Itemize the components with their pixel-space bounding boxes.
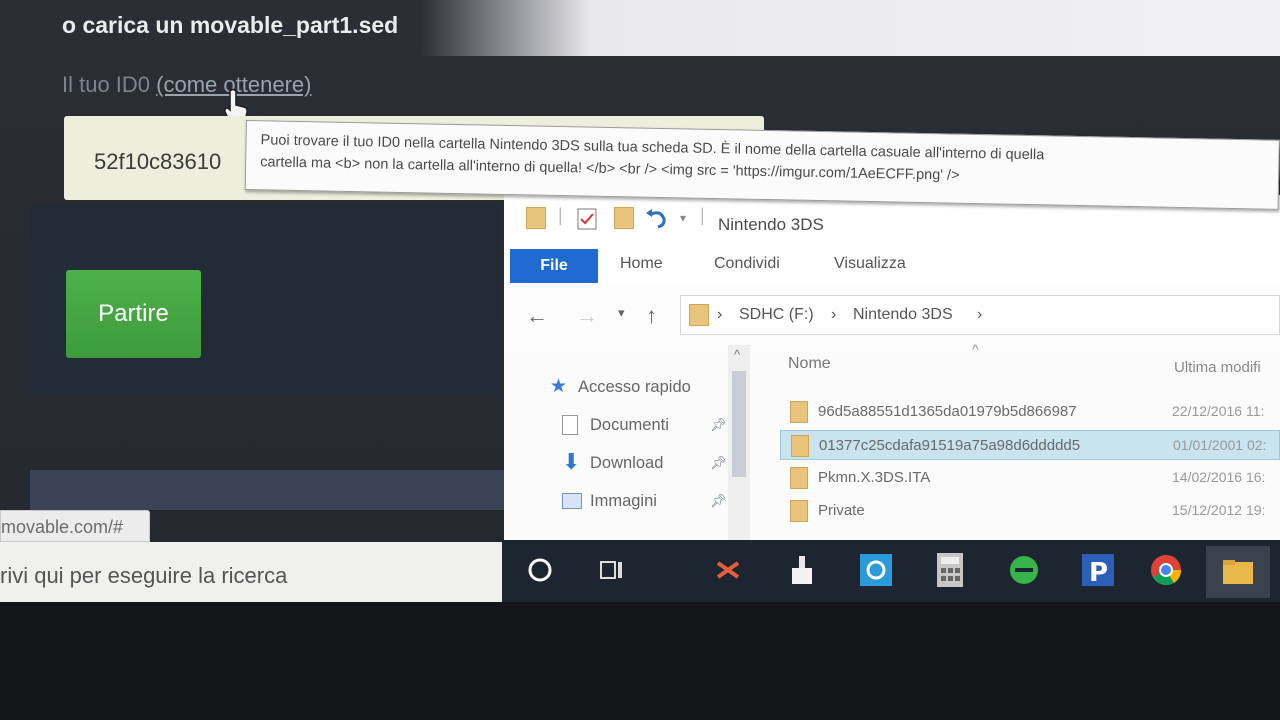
file-explorer-icon[interactable] <box>1206 546 1270 598</box>
file-name: Private <box>818 502 865 519</box>
chevron-right-icon: › <box>717 306 723 323</box>
folder-icon <box>790 401 808 423</box>
pictures-icon <box>562 493 582 509</box>
file-date: 14/02/2016 16: <box>1172 469 1266 485</box>
taskbar-search-box[interactable]: rivi qui per eseguire la ricerca <box>0 542 502 602</box>
forward-arrow-icon[interactable]: → <box>576 303 598 329</box>
folder-icon <box>790 500 808 522</box>
separator: | <box>700 205 705 225</box>
unknown-app-icon[interactable] <box>708 550 748 590</box>
address-bar[interactable]: › SDHC (F:) › Nintendo 3DS › <box>680 295 1280 335</box>
download-icon: ⬇ <box>562 449 581 474</box>
window-title: Nintendo 3DS <box>718 215 824 234</box>
nav-scrollbar[interactable]: ^ <box>728 345 750 540</box>
scroll-thumb[interactable] <box>732 371 746 477</box>
back-arrow-icon[interactable]: ← <box>526 303 548 329</box>
folder-icon <box>790 467 808 489</box>
chevron-right-icon: › <box>977 306 983 323</box>
file-date: 15/12/2012 19: <box>1172 502 1266 518</box>
paint-brush-app-icon[interactable] <box>782 550 822 590</box>
file-name: Pkmn.X.3DS.ITA <box>818 469 931 486</box>
id0-label: Il tuo ID0 (come ottenere) <box>62 72 311 98</box>
task-view-icon[interactable] <box>592 550 632 590</box>
chrome-icon[interactable] <box>1146 550 1186 590</box>
id0-input-value: 52f10c83610 <box>94 149 222 174</box>
status-bar-url: movable.com/# <box>0 510 150 542</box>
file-row[interactable]: Pkmn.X.3DS.ITA 14/02/2016 16: <box>780 463 1280 493</box>
go-button[interactable]: Partire <box>66 270 201 358</box>
upload-movable-heading: o carica un movable_part1.sed <box>62 12 399 38</box>
address-row: ← → ▾ ↑ › SDHC (F:) › Nintendo 3DS › <box>504 285 1280 345</box>
file-list: ^ Nome Ultima modifi 96d5a88551d1365da01… <box>776 341 1280 540</box>
new-folder-icon[interactable] <box>614 207 634 229</box>
star-icon: ★ <box>550 376 568 397</box>
ribbon-tabs: File Home Condividi Visualizza <box>504 245 1280 286</box>
taskbar: P <box>502 540 1280 602</box>
nav-pictures-label: Immagini <box>590 492 657 510</box>
svg-text:P: P <box>1089 558 1108 588</box>
customize-dropdown-icon[interactable]: ▾ <box>680 211 686 225</box>
separator: | <box>558 205 563 225</box>
pin-icon[interactable]: 📌︎ <box>710 455 727 471</box>
up-arrow-icon[interactable]: ↑ <box>646 303 657 329</box>
calculator-icon[interactable] <box>930 550 970 590</box>
breadcrumb-folder[interactable]: Nintendo 3DS <box>853 306 953 324</box>
breadcrumb-drive[interactable]: SDHC (F:) <box>739 306 814 324</box>
green-app-icon[interactable] <box>1004 550 1044 590</box>
tab-home[interactable]: Home <box>620 255 663 273</box>
nav-download-label: Download <box>590 454 664 472</box>
lower-band <box>30 470 510 510</box>
scroll-up-icon[interactable]: ^ <box>734 347 740 362</box>
chevron-right-icon: › <box>831 306 837 323</box>
navigation-pane: ★ Accesso rapido Documenti 📌︎ ⬇ Download… <box>504 345 754 540</box>
recent-dropdown-icon[interactable]: ▾ <box>618 305 625 321</box>
taskbar-search-placeholder: rivi qui per eseguire la ricerca <box>0 563 288 588</box>
id0-label-text: Il tuo ID0 <box>62 72 151 97</box>
tab-share[interactable]: Condividi <box>714 255 780 273</box>
tab-file[interactable]: File <box>510 249 598 283</box>
file-explorer-window: | ▾ | Nintendo 3DS File Home Condividi V… <box>504 195 1280 540</box>
file-date: 01/01/2001 02: <box>1173 437 1267 453</box>
file-row-selected[interactable]: 01377c25cdafa91519a75a98d6ddddd5 01/01/2… <box>780 430 1280 460</box>
file-name: 01377c25cdafa91519a75a98d6ddddd5 <box>819 437 1081 454</box>
undo-icon[interactable] <box>644 207 668 231</box>
blue-app-icon[interactable] <box>856 550 896 590</box>
cortana-icon[interactable] <box>520 550 560 590</box>
properties-icon[interactable] <box>576 207 598 231</box>
page-top-strip <box>420 0 1280 56</box>
column-header-name[interactable]: Nome <box>788 355 831 373</box>
tab-view[interactable]: Visualizza <box>834 255 906 273</box>
document-icon <box>562 415 578 435</box>
pin-icon[interactable]: 📌︎ <box>710 417 727 433</box>
column-header-date[interactable]: Ultima modifi <box>1174 359 1261 376</box>
file-date: 22/12/2016 11: <box>1172 403 1265 419</box>
pin-icon[interactable]: 📌︎ <box>710 493 727 509</box>
pandora-icon[interactable]: P <box>1078 550 1118 590</box>
folder-icon <box>791 435 809 457</box>
nav-documents-label: Documenti <box>590 416 669 434</box>
file-name: 96d5a88551d1365da01979b5d866987 <box>818 403 1077 420</box>
file-row[interactable]: 96d5a88551d1365da01979b5d866987 22/12/20… <box>780 397 1280 427</box>
monitor-bezel <box>0 602 1280 720</box>
file-row[interactable]: Private 15/12/2012 19: <box>780 496 1280 526</box>
nav-quick-access-label: Accesso rapido <box>578 378 691 396</box>
folder-icon <box>689 304 709 326</box>
folder-icon[interactable] <box>526 207 546 229</box>
sort-caret-icon: ^ <box>972 341 979 357</box>
